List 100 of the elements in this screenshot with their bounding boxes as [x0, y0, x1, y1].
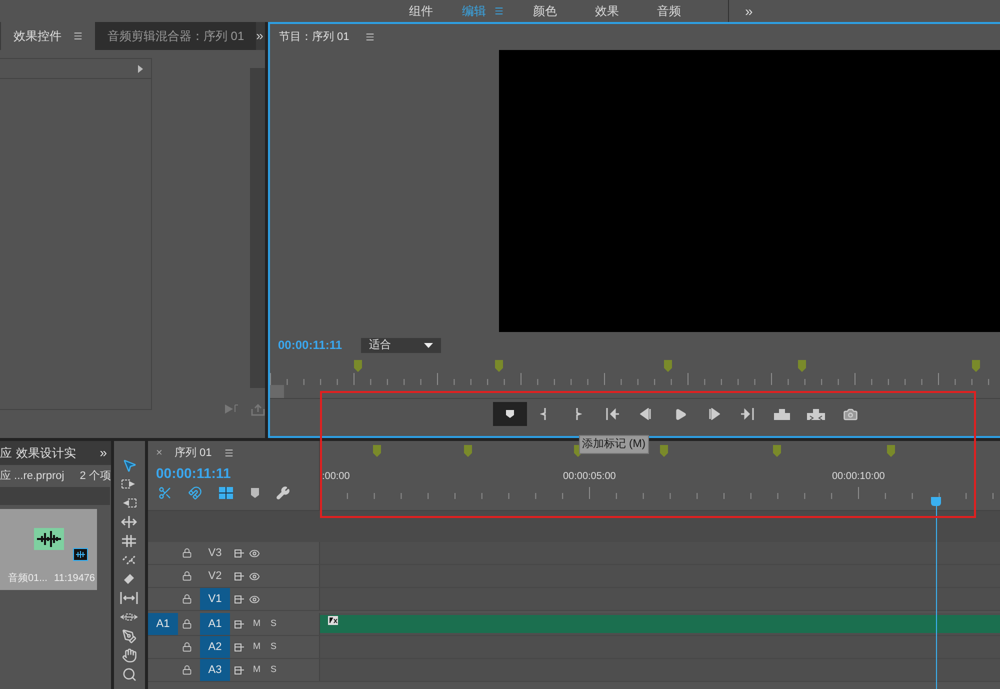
more-panels[interactable]: »: [100, 443, 111, 463]
marker-icon: [505, 409, 515, 419]
lock-icon[interactable]: [182, 642, 192, 652]
selection-tool[interactable]: [122, 457, 137, 473]
linked-selection-icon[interactable]: [218, 486, 234, 500]
camera-icon: [842, 406, 858, 422]
more-workspaces[interactable]: »: [745, 0, 753, 22]
zoom-tool[interactable]: [122, 666, 137, 682]
waveform-icon: [34, 528, 64, 550]
marker-icon[interactable]: [660, 445, 668, 457]
workspace-tab[interactable]: 音频: [638, 2, 700, 20]
track-target[interactable]: A3: [200, 659, 230, 681]
menu-icon[interactable]: [73, 31, 84, 41]
marker-icon[interactable]: [250, 487, 260, 499]
fx-badge-icon: [328, 616, 338, 625]
marker-icon[interactable]: [887, 445, 895, 457]
eye-icon[interactable]: [249, 570, 260, 582]
lock-icon[interactable]: [182, 665, 192, 675]
marker-icon[interactable]: [354, 360, 362, 372]
workspace-tab[interactable]: 组件: [390, 2, 452, 20]
caret-icon: [424, 342, 434, 348]
track-target[interactable]: A2: [200, 636, 230, 658]
marker-icon[interactable]: [773, 445, 781, 457]
close-button[interactable]: ×: [156, 444, 162, 462]
menu-icon[interactable]: [224, 448, 234, 458]
marker-icon[interactable]: [495, 360, 503, 372]
solo-toggle[interactable]: S: [270, 640, 277, 654]
slide-tool[interactable]: [120, 590, 138, 606]
marker-icon[interactable]: [373, 445, 381, 457]
lock-icon[interactable]: [182, 571, 192, 581]
marker-icon[interactable]: [574, 445, 582, 457]
panel-tab[interactable]: 效果设计实: [16, 444, 76, 462]
sync-lock-icon[interactable]: [234, 572, 245, 580]
scrollbar[interactable]: [250, 68, 265, 388]
sync-lock-icon[interactable]: [234, 642, 245, 652]
clip-duration: 11:19476: [54, 572, 95, 586]
zoom-dropdown[interactable]: 适合: [361, 338, 442, 352]
mute-toggle[interactable]: M: [253, 617, 260, 631]
mute-toggle[interactable]: M: [253, 640, 260, 654]
ruler-label: 00:00:10:00: [832, 470, 885, 484]
sync-lock-icon[interactable]: [234, 594, 245, 604]
ruler-label: 00:00:05:00: [563, 470, 616, 484]
sync-lock-icon[interactable]: [234, 666, 245, 674]
panel-title[interactable]: 序列 01: [174, 444, 212, 462]
play-icon: [674, 408, 686, 420]
marker-icon[interactable]: [972, 360, 980, 372]
marker-icon[interactable]: [464, 445, 472, 457]
mark-in-icon: [540, 407, 548, 421]
expand-icon[interactable]: [138, 64, 143, 72]
workspace-tab[interactable]: 编辑: [452, 2, 514, 20]
workspace-tab[interactable]: 效果: [576, 2, 638, 20]
workspace-tab[interactable]: 颜色: [514, 2, 576, 20]
solo-toggle[interactable]: S: [270, 617, 277, 631]
track-target[interactable]: V1: [200, 588, 230, 610]
lock-icon[interactable]: [182, 619, 192, 629]
wrench-icon[interactable]: [276, 486, 290, 500]
marker-button[interactable]: [493, 402, 527, 426]
pen-tool[interactable]: [122, 628, 137, 644]
scroll-handle[interactable]: [270, 385, 284, 398]
lift-icon: [773, 408, 791, 420]
marker-icon[interactable]: [798, 360, 806, 372]
eye-icon[interactable]: [249, 594, 260, 604]
rate-stretch-tool[interactable]: [121, 533, 138, 549]
marker-icon[interactable]: [664, 360, 672, 372]
panel-tab[interactable]: 音频剪辑混合器：序列 01: [95, 22, 256, 50]
clip-name: 音频01...: [8, 572, 48, 586]
timecode[interactable]: 00:00:11:11: [156, 465, 319, 481]
step-forward-icon: [708, 408, 720, 420]
rolling-edit-tool[interactable]: [121, 514, 138, 530]
project-name: 应 ...re.prproj: [0, 468, 64, 484]
source-patch[interactable]: A1: [148, 613, 178, 635]
sync-lock-icon[interactable]: [234, 620, 245, 628]
audio-badge-icon: [73, 548, 88, 561]
magnet-icon[interactable]: [188, 486, 202, 500]
timecode[interactable]: 00:00:11:11: [278, 336, 342, 354]
panel-tab[interactable]: 应: [0, 444, 16, 462]
sync-lock-icon[interactable]: [234, 548, 245, 558]
go-to-out-icon: [740, 407, 756, 421]
playhead[interactable]: [931, 497, 941, 689]
ruler-label: :00:00: [322, 470, 350, 484]
search-field[interactable]: [0, 487, 110, 505]
menu-icon[interactable]: [365, 32, 376, 42]
lock-icon[interactable]: [182, 594, 192, 604]
track-target[interactable]: A1: [200, 613, 230, 635]
mute-toggle[interactable]: M: [253, 663, 260, 677]
solo-toggle[interactable]: S: [270, 663, 277, 677]
eye-icon[interactable]: [249, 548, 260, 558]
lock-icon[interactable]: [182, 548, 192, 558]
panel-title[interactable]: 节目：序列 01: [279, 28, 350, 46]
item-count: 2 个项: [80, 468, 111, 484]
track-target[interactable]: V3: [200, 542, 230, 564]
menu-icon[interactable]: [494, 6, 504, 16]
step-back-icon: [640, 408, 652, 420]
panel-tab[interactable]: 效果控件: [1, 22, 96, 50]
extract-icon: [806, 408, 826, 420]
track-target[interactable]: V2: [200, 565, 230, 587]
go-to-in-icon: [604, 407, 620, 421]
mark-out-icon: [574, 407, 582, 421]
more-panels[interactable]: »: [256, 22, 265, 50]
hand-tool[interactable]: [122, 647, 137, 663]
